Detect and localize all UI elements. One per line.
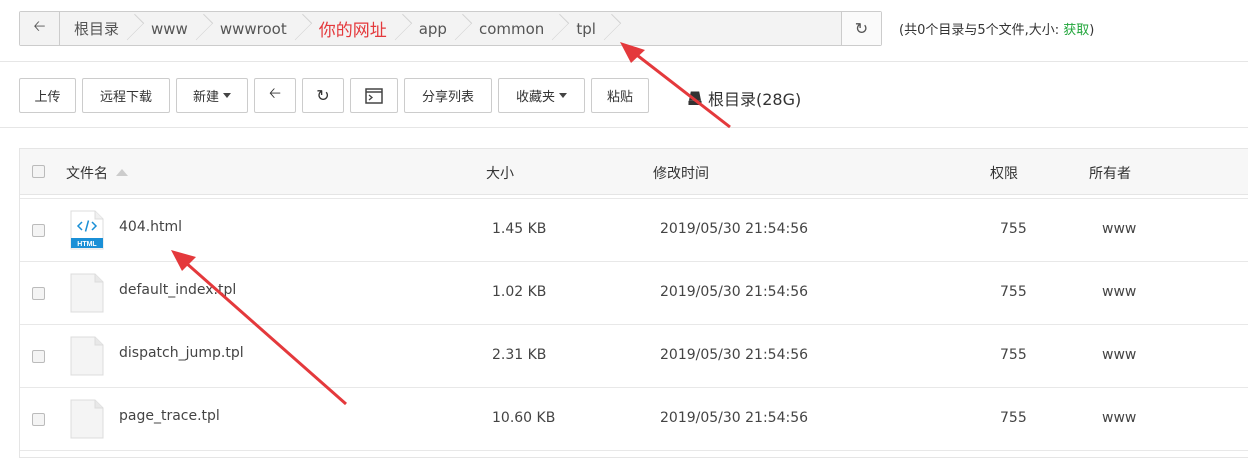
- caret-down-icon: [223, 93, 231, 98]
- breadcrumb-items: 根目录 www wwwroot 你的网址 app common tpl: [60, 12, 841, 45]
- favorites-label: 收藏夹: [515, 90, 555, 105]
- file-perm[interactable]: 755: [1000, 284, 1027, 300]
- breadcrumb-item-root[interactable]: 根目录: [60, 12, 137, 45]
- file-icon: [70, 273, 104, 313]
- back-button[interactable]: 🡠: [20, 12, 60, 45]
- row-checkbox[interactable]: [32, 224, 45, 237]
- file-size: 1.02 KB: [492, 284, 547, 300]
- column-header-owner[interactable]: 所有者: [1089, 163, 1131, 183]
- new-dropdown-button[interactable]: 新建: [176, 78, 248, 113]
- file-table: 文件名 大小 修改时间 权限 所有者 HTML 404.html 1.45 KB…: [19, 148, 1248, 458]
- remote-download-label: 远程下载: [99, 90, 152, 105]
- disk-label: 根目录(28G): [708, 90, 802, 109]
- remote-download-button[interactable]: 远程下载: [82, 78, 170, 113]
- breadcrumb-item-tpl[interactable]: tpl: [562, 12, 614, 45]
- column-header-name[interactable]: 文件名: [66, 163, 128, 183]
- new-label: 新建: [192, 90, 219, 105]
- refresh-icon: ↻: [316, 86, 330, 105]
- column-header-mtime[interactable]: 修改时间: [653, 163, 709, 183]
- table-row[interactable]: default_index.tpl 1.02 KB 2019/05/30 21:…: [20, 262, 1248, 325]
- file-name[interactable]: dispatch_jump.tpl: [119, 345, 244, 361]
- back-dir-button[interactable]: 🡠: [254, 78, 296, 113]
- file-mtime: 2019/05/30 21:54:56: [660, 221, 809, 237]
- breadcrumb-item-www[interactable]: www: [137, 12, 206, 45]
- file-mtime: 2019/05/30 21:54:56: [660, 410, 809, 426]
- file-size: 1.45 KB: [492, 221, 547, 237]
- file-perm[interactable]: 755: [1000, 410, 1027, 426]
- arrow-left-icon: 🡠: [268, 84, 282, 102]
- table-header: 文件名 大小 修改时间 权限 所有者: [20, 149, 1248, 195]
- disk-selector[interactable]: 根目录(28G): [688, 86, 801, 110]
- table-row[interactable]: page_trace.tpl 10.60 KB 2019/05/30 21:54…: [20, 388, 1248, 451]
- row-checkbox[interactable]: [32, 287, 45, 300]
- file-size: 10.60 KB: [492, 410, 556, 426]
- refresh-button[interactable]: ↻: [302, 78, 344, 113]
- file-icon: [70, 336, 104, 376]
- paste-button[interactable]: 粘贴: [591, 78, 649, 113]
- breadcrumb-item-common[interactable]: common: [465, 12, 562, 45]
- row-checkbox[interactable]: [32, 413, 45, 426]
- breadcrumb-item-wwwroot[interactable]: wwwroot: [206, 12, 305, 45]
- disk-icon: [688, 91, 702, 105]
- arrow-left-icon: 🡠: [33, 17, 46, 35]
- terminal-icon: [365, 87, 383, 104]
- share-list-button[interactable]: 分享列表: [404, 78, 492, 113]
- file-perm[interactable]: 755: [1000, 347, 1027, 363]
- breadcrumb: 🡠 根目录 www wwwroot 你的网址 app common tpl ↻: [19, 11, 882, 46]
- share-list-label: 分享列表: [421, 90, 474, 105]
- file-perm[interactable]: 755: [1000, 221, 1027, 237]
- table-row[interactable]: HTML 404.html 1.45 KB 2019/05/30 21:54:5…: [20, 199, 1248, 262]
- breadcrumb-item-app[interactable]: app: [405, 12, 465, 45]
- html-file-icon: HTML: [70, 210, 104, 250]
- file-owner[interactable]: www: [1102, 347, 1136, 363]
- toolbar: 上传 远程下载 新建 🡠 ↻ 分享列表 收藏夹 粘贴 根目录(28G): [0, 62, 1248, 128]
- get-size-link[interactable]: 获取: [1063, 23, 1089, 38]
- terminal-button[interactable]: [350, 78, 398, 113]
- path-bar: 🡠 根目录 www wwwroot 你的网址 app common tpl ↻ …: [0, 0, 1248, 62]
- file-name[interactable]: 404.html: [119, 219, 182, 235]
- refresh-icon: ↻: [854, 19, 869, 38]
- file-name[interactable]: default_index.tpl: [119, 282, 236, 298]
- path-refresh-button[interactable]: ↻: [841, 12, 881, 45]
- file-mtime: 2019/05/30 21:54:56: [660, 284, 809, 300]
- svg-text:HTML: HTML: [77, 241, 97, 248]
- file-mtime: 2019/05/30 21:54:56: [660, 347, 809, 363]
- caret-down-icon: [559, 93, 567, 98]
- favorites-dropdown-button[interactable]: 收藏夹: [498, 78, 585, 113]
- paste-label: 粘贴: [606, 90, 633, 105]
- file-owner[interactable]: www: [1102, 284, 1136, 300]
- file-name[interactable]: page_trace.tpl: [119, 408, 220, 424]
- column-header-perm[interactable]: 权限: [990, 163, 1018, 183]
- dir-summary-close: ): [1089, 23, 1095, 38]
- dir-summary-text: (共0个目录与5个文件,大小:: [899, 23, 1064, 38]
- table-row[interactable]: dispatch_jump.tpl 2.31 KB 2019/05/30 21:…: [20, 325, 1248, 388]
- upload-label: 上传: [34, 90, 61, 105]
- column-header-size[interactable]: 大小: [486, 163, 514, 183]
- file-owner[interactable]: www: [1102, 221, 1136, 237]
- upload-button[interactable]: 上传: [19, 78, 76, 113]
- column-header-name-label: 文件名: [66, 166, 108, 182]
- row-checkbox[interactable]: [32, 350, 45, 363]
- file-icon: [70, 399, 104, 439]
- select-all-checkbox[interactable]: [32, 165, 45, 178]
- dir-summary: (共0个目录与5个文件,大小: 获取): [899, 19, 1094, 38]
- breadcrumb-item-site[interactable]: 你的网址: [305, 12, 405, 45]
- file-size: 2.31 KB: [492, 347, 547, 363]
- file-owner[interactable]: www: [1102, 410, 1136, 426]
- sort-asc-icon: [116, 169, 128, 176]
